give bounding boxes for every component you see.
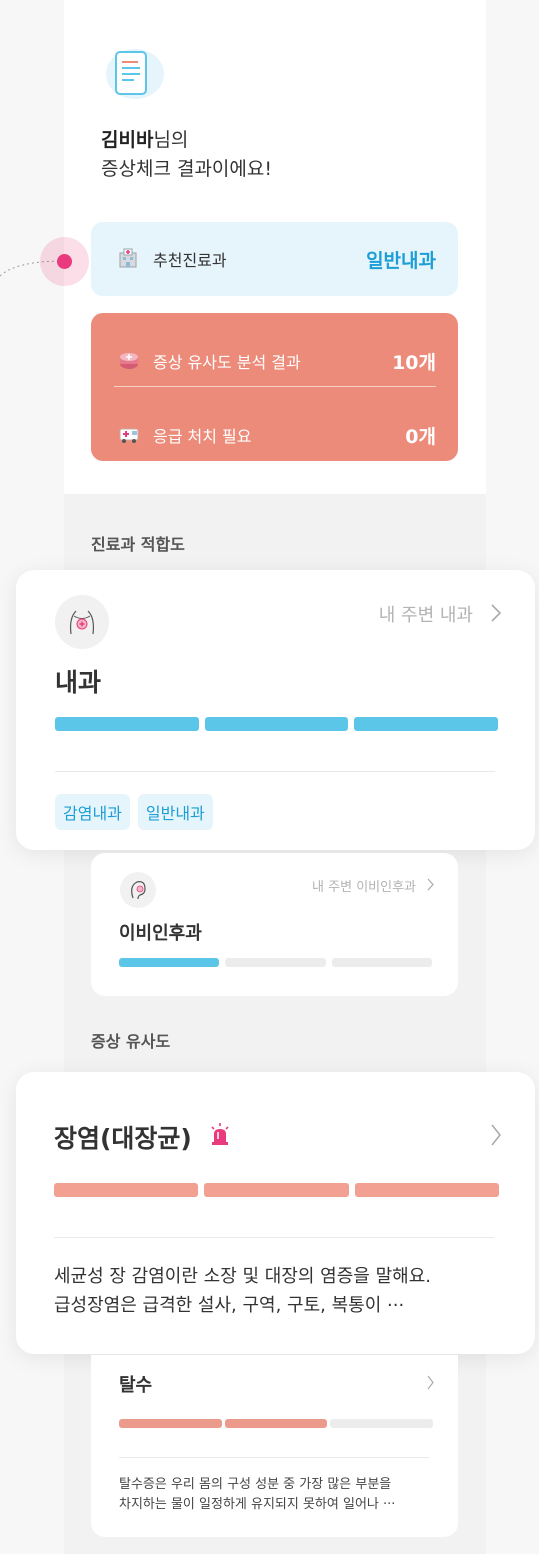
greeting-line2: 증상체크 결과이에요! — [101, 158, 272, 180]
emergency-row[interactable]: 응급 처치 필요 0개 — [91, 409, 458, 459]
card-divider — [54, 1237, 494, 1238]
card-divider — [119, 1457, 429, 1458]
desc-line: 탈수증은 우리 몸의 구성 성분 중 가장 많은 부분을 — [119, 1477, 392, 1492]
level-segment — [354, 1183, 499, 1197]
dept-name: 이비인후과 — [119, 923, 202, 944]
level-segment — [225, 958, 326, 967]
card-divider — [55, 771, 495, 772]
tag-infectious[interactable]: 감염내과 — [55, 794, 130, 830]
chevron-right-icon[interactable] — [427, 878, 434, 891]
dept-card-ent[interactable]: 내 주변 이비인후과 이비인후과 — [91, 853, 458, 996]
tag-general-internal[interactable]: 일반내과 — [137, 794, 213, 830]
similarity-level-bar — [119, 1419, 434, 1428]
similarity-row[interactable]: 증상 유사도 분석 결과 10개 — [91, 335, 458, 385]
emergency-value: 0개 — [405, 426, 436, 448]
chevron-right-icon[interactable] — [491, 1124, 501, 1146]
ambulance-icon — [119, 428, 139, 443]
dept-fit-title: 진료과 적합도 — [91, 535, 185, 554]
nearby-ent-link[interactable]: 내 주변 이비인후과 — [312, 876, 416, 895]
hospital-icon — [119, 248, 137, 268]
analysis-divider — [114, 386, 436, 387]
level-segment — [331, 958, 432, 967]
siren-icon — [211, 1123, 229, 1145]
chevron-right-icon[interactable] — [491, 604, 501, 622]
similarity-level-bar — [54, 1183, 499, 1197]
level-segment — [55, 717, 199, 731]
level-segment — [119, 958, 220, 967]
greeting-text: 김비바님의 증상체크 결과이에요! — [101, 126, 272, 184]
emergency-label: 응급 처치 필요 — [153, 427, 252, 446]
symptom-card-enteritis[interactable]: 장염(대장균) 세균성 장 감염이란 소장 및 대장의 염증을 말해요. 급성장… — [16, 1072, 535, 1354]
dept-tags: 감염내과 일반내과 — [55, 794, 221, 830]
similarity-value: 10개 — [392, 352, 436, 374]
symptom-card-dehydration[interactable]: 탈수 탈수증은 우리 몸의 구성 성분 중 가장 많은 부분을 차지하는 물이 … — [91, 1355, 458, 1537]
recommended-dept-value: 일반내과 — [366, 250, 436, 272]
symptom-name: 장염(대장균) — [54, 1124, 192, 1153]
desc-line: 급성장염은 급격한 설사, 구역, 구토, 복통이 ··· — [54, 1295, 405, 1316]
recommended-dept-box[interactable]: 추천진료과 일반내과 — [91, 222, 458, 296]
desc-line: 차지하는 물이 일정하게 유지되지 못하여 일어나 ··· — [119, 1497, 396, 1512]
fit-level-bar — [55, 717, 499, 731]
dept-card-internal[interactable]: 내 주변 내과 내과 감염내과 일반내과 — [16, 570, 535, 850]
chevron-right-icon[interactable] — [427, 1375, 434, 1390]
similarity-label: 증상 유사도 분석 결과 — [153, 353, 301, 372]
level-segment — [224, 1419, 328, 1428]
level-segment — [354, 717, 499, 731]
level-segment — [204, 717, 349, 731]
document-icon — [106, 49, 164, 99]
level-segment — [119, 1419, 222, 1428]
symptom-name: 탈수 — [119, 1375, 153, 1396]
fit-level-bar — [119, 958, 432, 967]
pill-jar-icon — [120, 353, 138, 369]
recommended-dept-label: 추천진료과 — [153, 251, 227, 270]
level-segment — [54, 1183, 199, 1197]
symptom-similarity-title: 증상 유사도 — [91, 1032, 171, 1051]
chest-icon — [55, 595, 109, 649]
dept-name: 내과 — [55, 668, 102, 697]
nearby-internal-link[interactable]: 내 주변 내과 — [379, 601, 473, 627]
name-suffix: 님의 — [153, 129, 189, 151]
user-name: 김비바 — [101, 129, 154, 151]
symptom-description: 탈수증은 우리 몸의 구성 성분 중 가장 많은 부분을 차지하는 물이 일정하… — [119, 1475, 395, 1515]
level-segment — [330, 1419, 434, 1428]
analysis-box: 증상 유사도 분석 결과 10개 응급 처치 필요 0개 — [91, 313, 458, 461]
desc-line: 세균성 장 감염이란 소장 및 대장의 염증을 말해요. — [54, 1266, 431, 1287]
ear-icon — [120, 872, 156, 908]
level-segment — [204, 1183, 349, 1197]
pointer-dot — [57, 254, 72, 269]
symptom-description: 세균성 장 감염이란 소장 및 대장의 염증을 말해요. 급성장염은 급격한 설… — [54, 1262, 431, 1320]
